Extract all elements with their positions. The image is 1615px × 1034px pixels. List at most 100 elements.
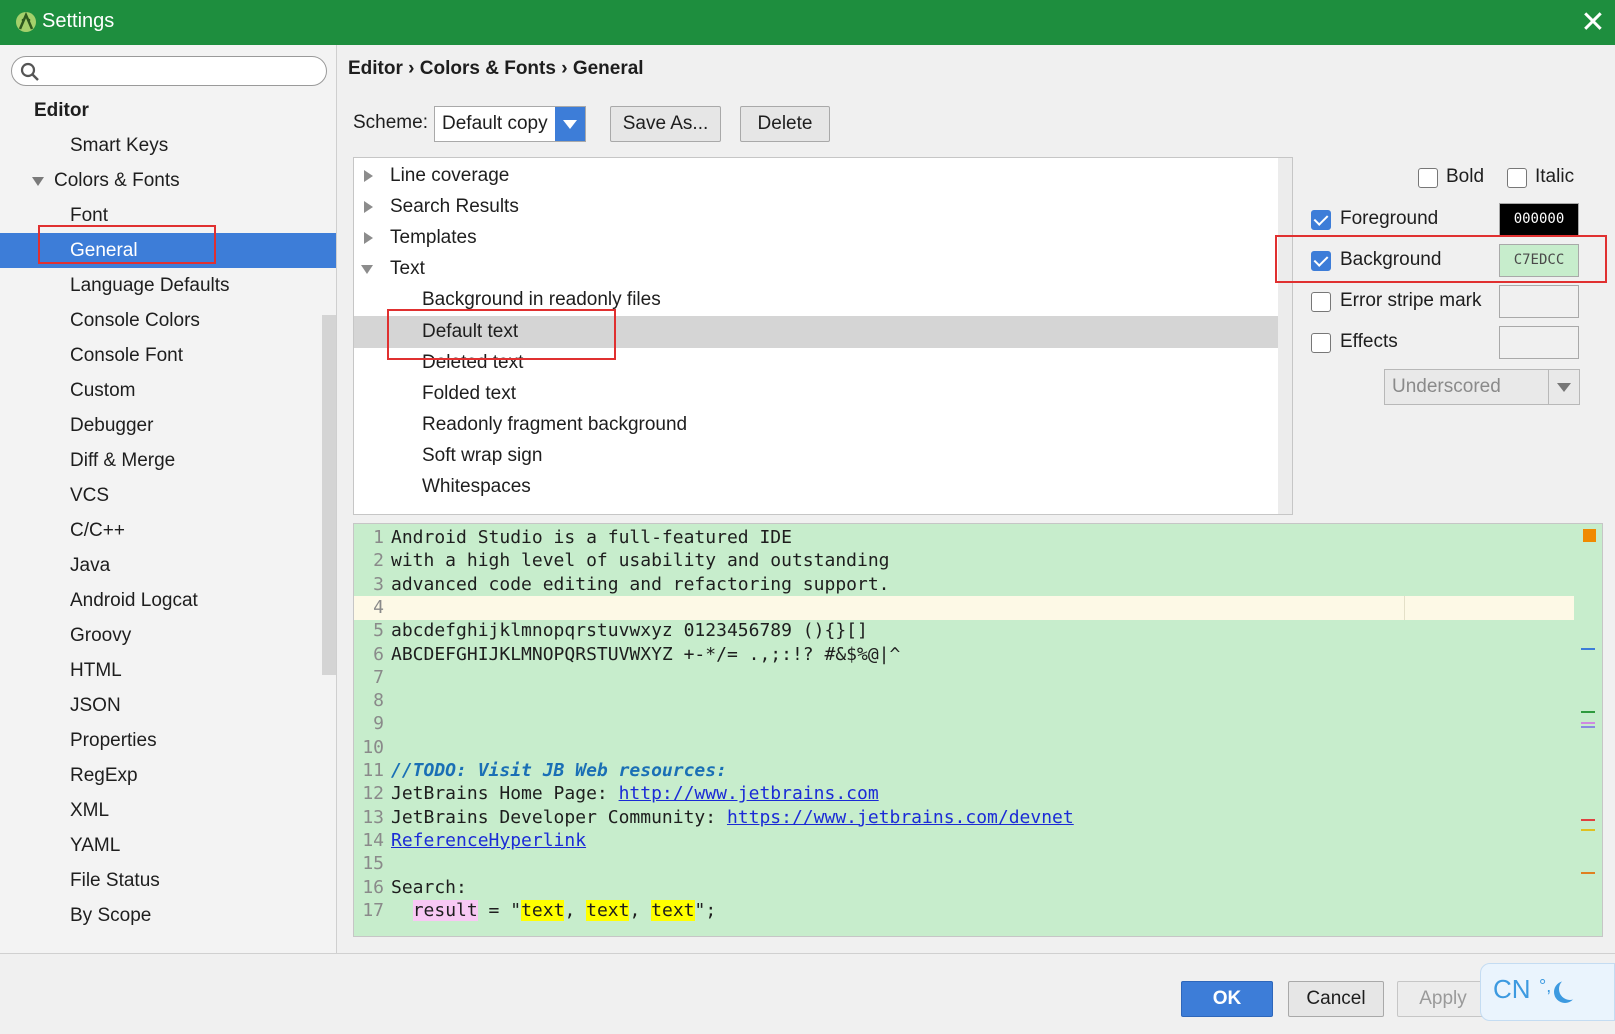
sidebar-item-xml[interactable]: XML xyxy=(0,793,336,828)
code-line: 2 with a high level of usability and outs… xyxy=(354,549,1574,573)
sidebar-item-label: By Scope xyxy=(70,905,152,926)
italic-checkbox[interactable] xyxy=(1507,168,1527,188)
attribute-default-text[interactable]: Default text xyxy=(354,315,1292,348)
expand-arrow-icon[interactable] xyxy=(364,201,373,214)
sidebar-item-font[interactable]: Font xyxy=(0,198,336,233)
attribute-line-coverage[interactable]: Line coverage xyxy=(354,160,1290,192)
error-stripe-marker[interactable] xyxy=(1581,872,1595,875)
hyperlink[interactable]: ReferenceHyperlink xyxy=(391,830,586,851)
attributes-scrollbar[interactable] xyxy=(1278,158,1292,514)
line-number: 7 xyxy=(373,666,384,688)
bold-checkbox[interactable] xyxy=(1418,168,1438,188)
sidebar-item-html[interactable]: HTML xyxy=(0,653,336,688)
scheme-dropdown[interactable]: Default copy xyxy=(434,106,586,142)
attribute-search-results[interactable]: Search Results xyxy=(354,191,1290,223)
code-line: 17 result = "text, text, text"; xyxy=(354,899,1574,923)
sidebar-item-diff-merge[interactable]: Diff & Merge xyxy=(0,443,336,478)
error-stripe-marker[interactable] xyxy=(1581,725,1595,728)
sidebar-item-custom[interactable]: Custom xyxy=(0,373,336,408)
sidebar-item-json[interactable]: JSON xyxy=(0,688,336,723)
code-text: with a high level of usability and outst… xyxy=(391,549,890,573)
line-number: 5 xyxy=(373,620,384,642)
hyperlink[interactable]: https://www.jetbrains.com/devnet xyxy=(727,807,1074,828)
error-stripe-marker[interactable] xyxy=(1581,711,1595,714)
ok-button[interactable]: OK xyxy=(1181,981,1273,1017)
code-text: JetBrains Developer Community: https://w… xyxy=(391,806,1074,830)
close-icon[interactable]: ✕ xyxy=(1576,6,1610,40)
attribute-readonly-fragment-background[interactable]: Readonly fragment background xyxy=(354,409,1290,441)
effect-type-dropdown[interactable]: Underscored xyxy=(1384,369,1580,405)
search-result-highlight: text xyxy=(586,899,630,921)
attribute-text[interactable]: Text xyxy=(354,253,1290,285)
effect-type-toggle[interactable] xyxy=(1548,370,1579,404)
ime-punctuation-icon[interactable]: °, xyxy=(1539,976,1551,997)
attribute-templates[interactable]: Templates xyxy=(354,222,1290,254)
attribute-deleted-text[interactable]: Deleted text xyxy=(354,347,1290,379)
sidebar-item-debugger[interactable]: Debugger xyxy=(0,408,336,443)
ime-language[interactable]: CN xyxy=(1493,974,1531,1005)
ime-toolbar[interactable]: CN °, xyxy=(1480,963,1615,1021)
scheme-value: Default copy xyxy=(442,113,548,134)
code-line: 10 xyxy=(354,736,1574,760)
sidebar-item-groovy[interactable]: Groovy xyxy=(0,618,336,653)
foreground-color-swatch[interactable]: 000000 xyxy=(1499,203,1579,236)
attribute-soft-wrap-sign[interactable]: Soft wrap sign xyxy=(354,440,1290,472)
sidebar-item-console-font[interactable]: Console Font xyxy=(0,338,336,373)
breadcrumb: Editor › Colors & Fonts › General xyxy=(348,58,644,79)
sidebar-item-console-colors[interactable]: Console Colors xyxy=(0,303,336,338)
sidebar-item-editor[interactable]: Editor xyxy=(0,93,336,128)
sidebar-scrollbar[interactable] xyxy=(322,315,336,675)
delete-button[interactable]: Delete xyxy=(740,106,830,142)
color-preview-editor[interactable]: 1 Android Studio is a full-featured IDE 2 w… xyxy=(353,523,1603,937)
background-checkbox[interactable] xyxy=(1311,251,1331,271)
sidebar-item-java[interactable]: Java xyxy=(0,548,336,583)
sidebar-item-c-c-[interactable]: C/C++ xyxy=(0,513,336,548)
sidebar-item-regexp[interactable]: RegExp xyxy=(0,758,336,793)
sidebar-item-android-logcat[interactable]: Android Logcat xyxy=(0,583,336,618)
code-text: Android Studio is a full-featured IDE xyxy=(391,526,792,550)
code-token: abcdefghijklmnopqrstuvwxyz 0123456789 ()… xyxy=(391,620,868,642)
sidebar-item-language-defaults[interactable]: Language Defaults xyxy=(0,268,336,303)
search-result-highlight: text xyxy=(651,899,695,921)
attribute-folded-text[interactable]: Folded text xyxy=(354,378,1290,410)
effects-checkbox[interactable] xyxy=(1311,333,1331,353)
foreground-checkbox[interactable] xyxy=(1311,210,1331,230)
sidebar-item-colors-fonts[interactable]: Colors & Fonts xyxy=(0,163,336,198)
error-stripe-marker[interactable] xyxy=(1581,818,1595,821)
sidebar-item-label: Debugger xyxy=(70,415,154,436)
attribute-background-in-readonly-files[interactable]: Background in readonly files xyxy=(354,284,1290,316)
expand-arrow-icon[interactable] xyxy=(364,170,373,182)
apply-button[interactable]: Apply xyxy=(1397,981,1489,1017)
error-stripe-marker[interactable] xyxy=(1581,828,1595,831)
ime-halfwidth-icon[interactable] xyxy=(1559,978,1581,1000)
cancel-button[interactable]: Cancel xyxy=(1288,981,1384,1017)
sidebar-item-by-scope[interactable]: By Scope xyxy=(0,898,336,933)
search-var: result xyxy=(412,899,478,921)
hyperlink[interactable]: http://www.jetbrains.com xyxy=(619,783,879,804)
error-stripe-marker[interactable] xyxy=(1581,721,1595,724)
sidebar-item-file-status[interactable]: File Status xyxy=(0,863,336,898)
collapse-arrow-icon[interactable] xyxy=(361,265,373,275)
expand-arrow-icon[interactable] xyxy=(364,232,373,245)
sidebar-item-vcs[interactable]: VCS xyxy=(0,478,336,513)
error-stripe-marker[interactable] xyxy=(1581,647,1595,650)
scheme-dropdown-toggle[interactable] xyxy=(555,107,585,141)
sidebar-item-general[interactable]: General xyxy=(0,233,336,268)
sidebar-item-yaml[interactable]: YAML xyxy=(0,828,336,863)
settings-search-input[interactable] xyxy=(11,56,327,86)
sidebar-item-label: Android Logcat xyxy=(70,590,198,611)
sidebar-item-smart-keys[interactable]: Smart Keys xyxy=(0,128,336,163)
code-line: 11 //TODO: Visit JB Web resources: xyxy=(354,759,1574,783)
save-as-button[interactable]: Save As... xyxy=(610,106,721,142)
attribute-label: Line coverage xyxy=(390,165,510,186)
background-color-swatch[interactable]: C7EDCC xyxy=(1499,244,1579,277)
code-token: = " xyxy=(477,899,522,921)
sidebar-item-properties[interactable]: Properties xyxy=(0,723,336,758)
effects-color-swatch[interactable] xyxy=(1499,326,1579,359)
error-stripe-checkbox[interactable] xyxy=(1311,292,1331,312)
code-text: result = "text, text, text"; xyxy=(391,899,716,923)
attribute-whitespaces[interactable]: Whitespaces xyxy=(354,471,1290,503)
effect-type-value: Underscored xyxy=(1392,376,1501,397)
expand-arrow-icon[interactable] xyxy=(32,177,44,186)
error-stripe-color-swatch[interactable] xyxy=(1499,285,1579,318)
